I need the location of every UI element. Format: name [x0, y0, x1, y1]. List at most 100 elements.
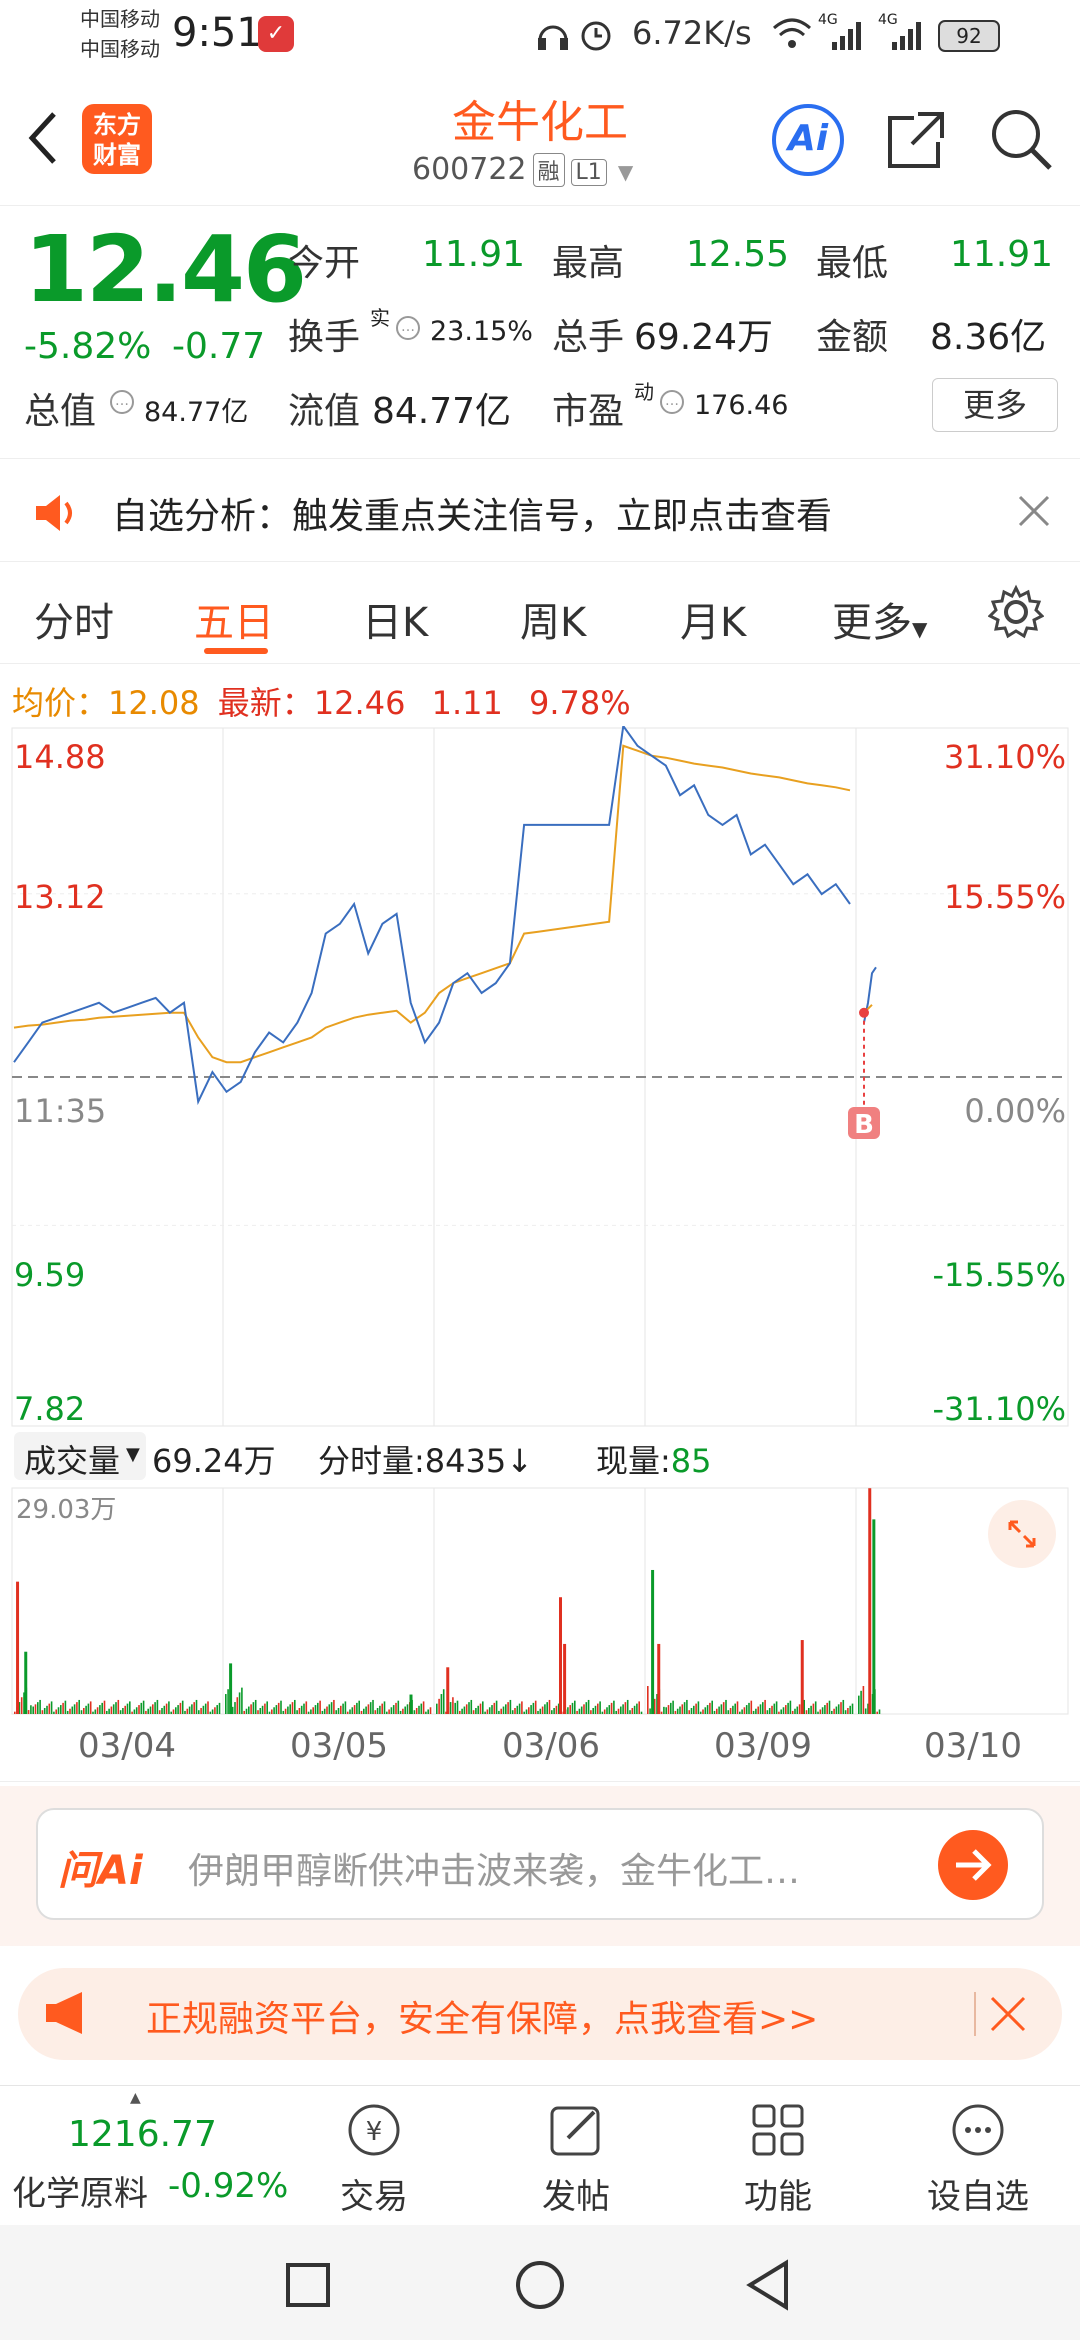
volume-peak-bar [229, 1663, 233, 1714]
app-logo[interactable]: 东方 财富 [82, 104, 152, 174]
volume-bar [785, 1705, 787, 1714]
volume-peak-bar [657, 1643, 661, 1714]
info-icon[interactable]: … [660, 390, 684, 414]
index-change: -0.92% [168, 2166, 289, 2206]
volume-bar [204, 1703, 207, 1714]
home-icon[interactable] [514, 2259, 566, 2311]
promo-text: 正规融资平台，安全有保障，点我查看>> [146, 1999, 819, 2040]
y-tick-left: 13.12 [14, 878, 106, 916]
search-icon[interactable] [988, 106, 1054, 172]
current-volume: 现量:85 [596, 1442, 712, 1480]
y-tick-left: 7.82 [14, 1390, 85, 1428]
volume-indicator-select[interactable]: 成交量 ▼ [14, 1432, 146, 1480]
volume-bar [307, 1711, 310, 1714]
volume-bar [442, 1689, 445, 1714]
volume-bar [422, 1701, 425, 1714]
net-speed: 6.72K/s [632, 14, 752, 52]
volume-bar [594, 1705, 597, 1714]
volume-bar [789, 1700, 792, 1714]
stock-code-row[interactable]: 600722 融 L1 ▼ [412, 152, 633, 187]
close-icon[interactable] [990, 1996, 1026, 2032]
trade-button[interactable]: ¥ 交易 [312, 2100, 436, 2218]
level-tag: L1 [570, 159, 607, 186]
volume-bar [796, 1706, 799, 1714]
volume-bar [303, 1703, 305, 1714]
more-quote-button[interactable]: 更多 [932, 378, 1058, 432]
volume-bar [548, 1699, 551, 1714]
info-icon[interactable]: … [110, 390, 134, 414]
volume-bar [826, 1702, 828, 1714]
y-tick-right: 0.00% [964, 1092, 1066, 1130]
volume-bar [617, 1708, 620, 1714]
volume-bar [601, 1711, 604, 1714]
volume-bar [156, 1699, 159, 1714]
tab-five-day[interactable]: 五日 [194, 590, 274, 648]
volume-bar [521, 1701, 523, 1714]
share-icon[interactable] [884, 108, 948, 172]
volume-bar [590, 1710, 592, 1714]
tab-more[interactable]: 更多▼ [832, 590, 927, 648]
volume-chart[interactable]: 29.03万 [0, 1486, 1080, 1716]
volume-bar [771, 1705, 773, 1714]
volume-bar [440, 1694, 443, 1714]
volume-bar [349, 1709, 351, 1714]
gear-icon[interactable] [988, 584, 1044, 640]
volume-bar [353, 1705, 356, 1714]
promo-banner[interactable]: 正规融资平台，安全有保障，点我查看>> [18, 1968, 1062, 2060]
volume-bar [289, 1704, 291, 1714]
pe-value: 176.46 [694, 390, 789, 421]
index-card[interactable]: ▲ 1216.77 化学原料 -0.92% [0, 2086, 288, 2226]
close-icon[interactable] [1018, 495, 1050, 527]
info-icon[interactable]: … [396, 316, 420, 340]
volume-bar [569, 1705, 571, 1714]
volume-bar [679, 1706, 681, 1714]
turnover-sup: 实 [370, 306, 390, 330]
y-tick-right: -15.55% [932, 1256, 1066, 1294]
notice-bar[interactable]: 自选分析：触发重点关注信号，立即点击查看 [0, 458, 1080, 562]
expand-button[interactable] [988, 1500, 1056, 1568]
volume-bar [126, 1703, 129, 1714]
volume-bar [165, 1703, 168, 1714]
volume-bar [532, 1702, 535, 1714]
volume-bar [516, 1705, 519, 1714]
volume-bar [333, 1699, 335, 1714]
volume-bar [259, 1708, 262, 1714]
stock-header: 东方 财富 金牛化工 600722 融 L1 ▼ Ai [0, 72, 1080, 206]
y-tick-left: 9.59 [14, 1256, 85, 1294]
volume-bar [152, 1704, 154, 1714]
volume-bar [275, 1705, 278, 1714]
tab-monthly-k[interactable]: 月K [680, 590, 746, 648]
date-label: 03/04 [78, 1726, 176, 1766]
volume-bar [300, 1705, 303, 1714]
tab-intraday[interactable]: 分时 [34, 590, 114, 648]
volume-bar [502, 1706, 505, 1714]
back-nav-icon[interactable] [744, 2259, 792, 2311]
add-watchlist-button[interactable]: 设自选 [916, 2100, 1040, 2218]
volume-bar [864, 1708, 867, 1714]
ai-button[interactable]: Ai [772, 104, 844, 176]
volume-bar [491, 1705, 493, 1714]
post-button[interactable]: 发帖 [514, 2100, 638, 2218]
volume-bar [64, 1700, 67, 1714]
trade-icon: ¥ [348, 2104, 400, 2156]
volume-bar [60, 1705, 62, 1714]
volume-bar [500, 1708, 502, 1714]
volume-bar [184, 1710, 186, 1714]
volume-bar [296, 1710, 298, 1714]
recent-apps-icon[interactable] [284, 2261, 332, 2309]
volume-bar [53, 1711, 55, 1714]
price-chart[interactable]: 14.88 13.12 11:35 9.59 7.82 31.10% 15.55% 0.00%… [0, 726, 1080, 1428]
back-icon[interactable] [22, 108, 62, 168]
volume-bar [62, 1702, 64, 1714]
volume-bar [819, 1709, 822, 1714]
ai-question-box[interactable]: 问Ai 伊朗甲醇断供冲击波来袭，金牛化工… [36, 1808, 1044, 1920]
tab-daily-k[interactable]: 日K [362, 590, 428, 648]
volume-bar [768, 1708, 771, 1714]
volume-bar [878, 1709, 881, 1714]
latest-change: 1.11 [431, 684, 503, 722]
price-change: -0.77 [172, 326, 266, 367]
ai-go-button[interactable] [938, 1830, 1008, 1900]
function-button[interactable]: 功能 [716, 2100, 840, 2218]
volume-bar [486, 1709, 489, 1714]
tab-weekly-k[interactable]: 周K [520, 590, 586, 648]
